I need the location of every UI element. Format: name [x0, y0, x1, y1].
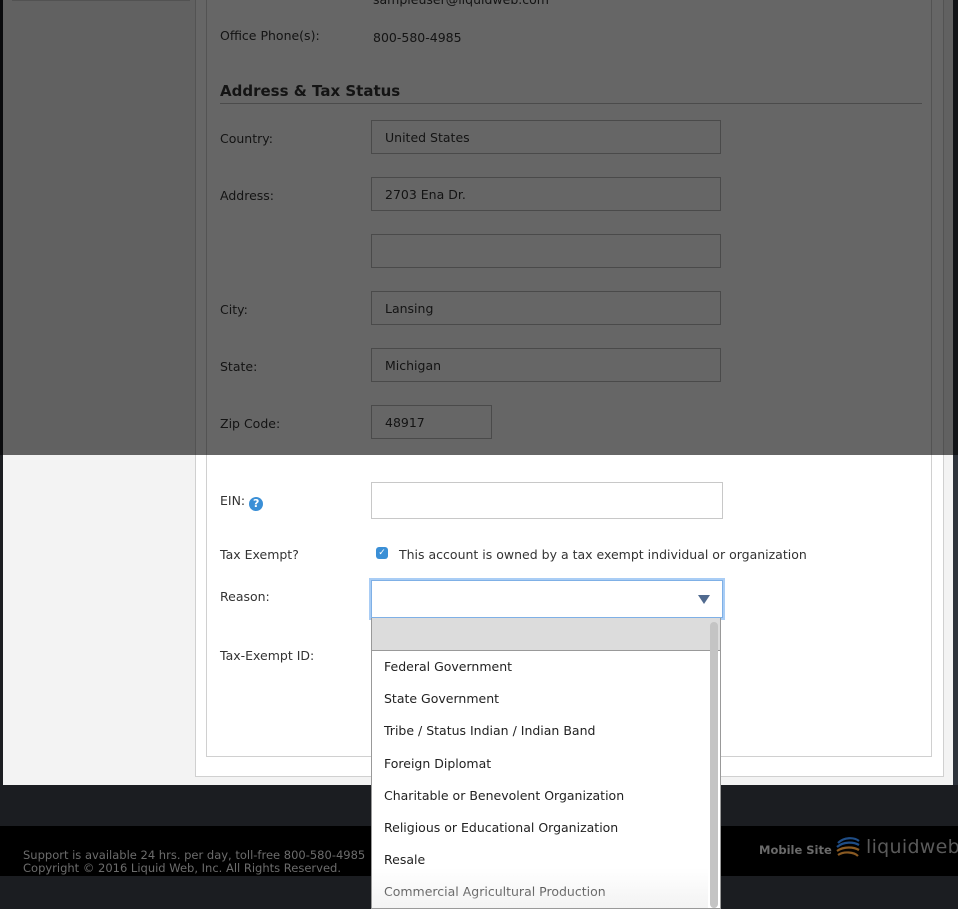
- tax-exempt-checkbox[interactable]: ✓: [376, 547, 388, 559]
- dropdown-option[interactable]: State Government: [372, 683, 720, 715]
- footer-text: Support is available 24 hrs. per day, to…: [23, 849, 365, 875]
- tax-exempt-label: Tax Exempt?: [220, 547, 299, 562]
- state-field[interactable]: Michigan: [371, 348, 721, 382]
- dropdown-arrow-icon: [698, 595, 710, 604]
- section-title: Address & Tax Status: [220, 82, 401, 100]
- dropdown-option[interactable]: Tribe / Status Indian / Indian Band: [372, 715, 720, 747]
- email-value: sampleuser@liquidweb.com: [373, 0, 549, 7]
- tax-exempt-checkbox-label[interactable]: This account is owned by a tax exempt in…: [399, 547, 807, 562]
- section-divider: [220, 103, 922, 104]
- state-label: State:: [220, 359, 258, 374]
- dropdown-scrollbar[interactable]: [710, 622, 718, 908]
- dropdown-option[interactable]: Federal Government: [372, 651, 720, 683]
- office-phone-value: 800-580-4985: [373, 30, 462, 45]
- country-label: Country:: [220, 131, 273, 146]
- ein-label: EIN:: [220, 493, 246, 508]
- checkmark-icon: ✓: [378, 548, 386, 558]
- ein-field[interactable]: [371, 482, 723, 519]
- city-value: Lansing: [385, 301, 434, 316]
- liquidweb-logo-text[interactable]: liquidweb: [866, 836, 958, 858]
- liquidweb-logo-icon[interactable]: [834, 835, 862, 861]
- tax-exempt-id-label: Tax-Exempt ID:: [220, 648, 315, 663]
- reason-select[interactable]: [371, 580, 723, 618]
- zip-value: 48917: [385, 415, 425, 430]
- state-value: Michigan: [385, 358, 442, 373]
- question-circle-icon[interactable]: ?: [249, 497, 264, 511]
- copyright-text: Copyright © 2016 Liquid Web, Inc. All Ri…: [23, 861, 341, 875]
- window-edge: [953, 0, 958, 785]
- ein-label-row: EIN:?: [220, 493, 264, 511]
- address-label: Address:: [220, 188, 274, 203]
- office-phone-label: Office Phone(s):: [220, 28, 320, 43]
- zip-label: Zip Code:: [220, 416, 281, 431]
- address-field[interactable]: 2703 Ena Dr.: [371, 177, 721, 211]
- dropdown-option-blank[interactable]: [372, 618, 720, 651]
- dropdown-option[interactable]: Resale: [372, 844, 720, 876]
- city-label: City:: [220, 302, 248, 317]
- dropdown-option[interactable]: Commercial Agricultural Production: [372, 876, 720, 908]
- country-value: United States: [385, 130, 470, 145]
- dropdown-option[interactable]: Religious or Educational Organization: [372, 812, 720, 844]
- reason-dropdown-list[interactable]: Federal Government State Government Trib…: [371, 618, 721, 909]
- city-field[interactable]: Lansing: [371, 291, 721, 325]
- zip-field[interactable]: 48917: [371, 405, 492, 439]
- dropdown-option[interactable]: Foreign Diplomat: [372, 748, 720, 780]
- sidebar-panel: [12, 0, 190, 1]
- reason-label: Reason:: [220, 589, 270, 604]
- mobile-site-link[interactable]: Mobile Site: [759, 843, 832, 857]
- country-field[interactable]: United States: [371, 120, 721, 154]
- dropdown-option[interactable]: Charitable or Benevolent Organization: [372, 780, 720, 812]
- address-value: 2703 Ena Dr.: [385, 187, 466, 202]
- address-line2-field[interactable]: [371, 234, 721, 268]
